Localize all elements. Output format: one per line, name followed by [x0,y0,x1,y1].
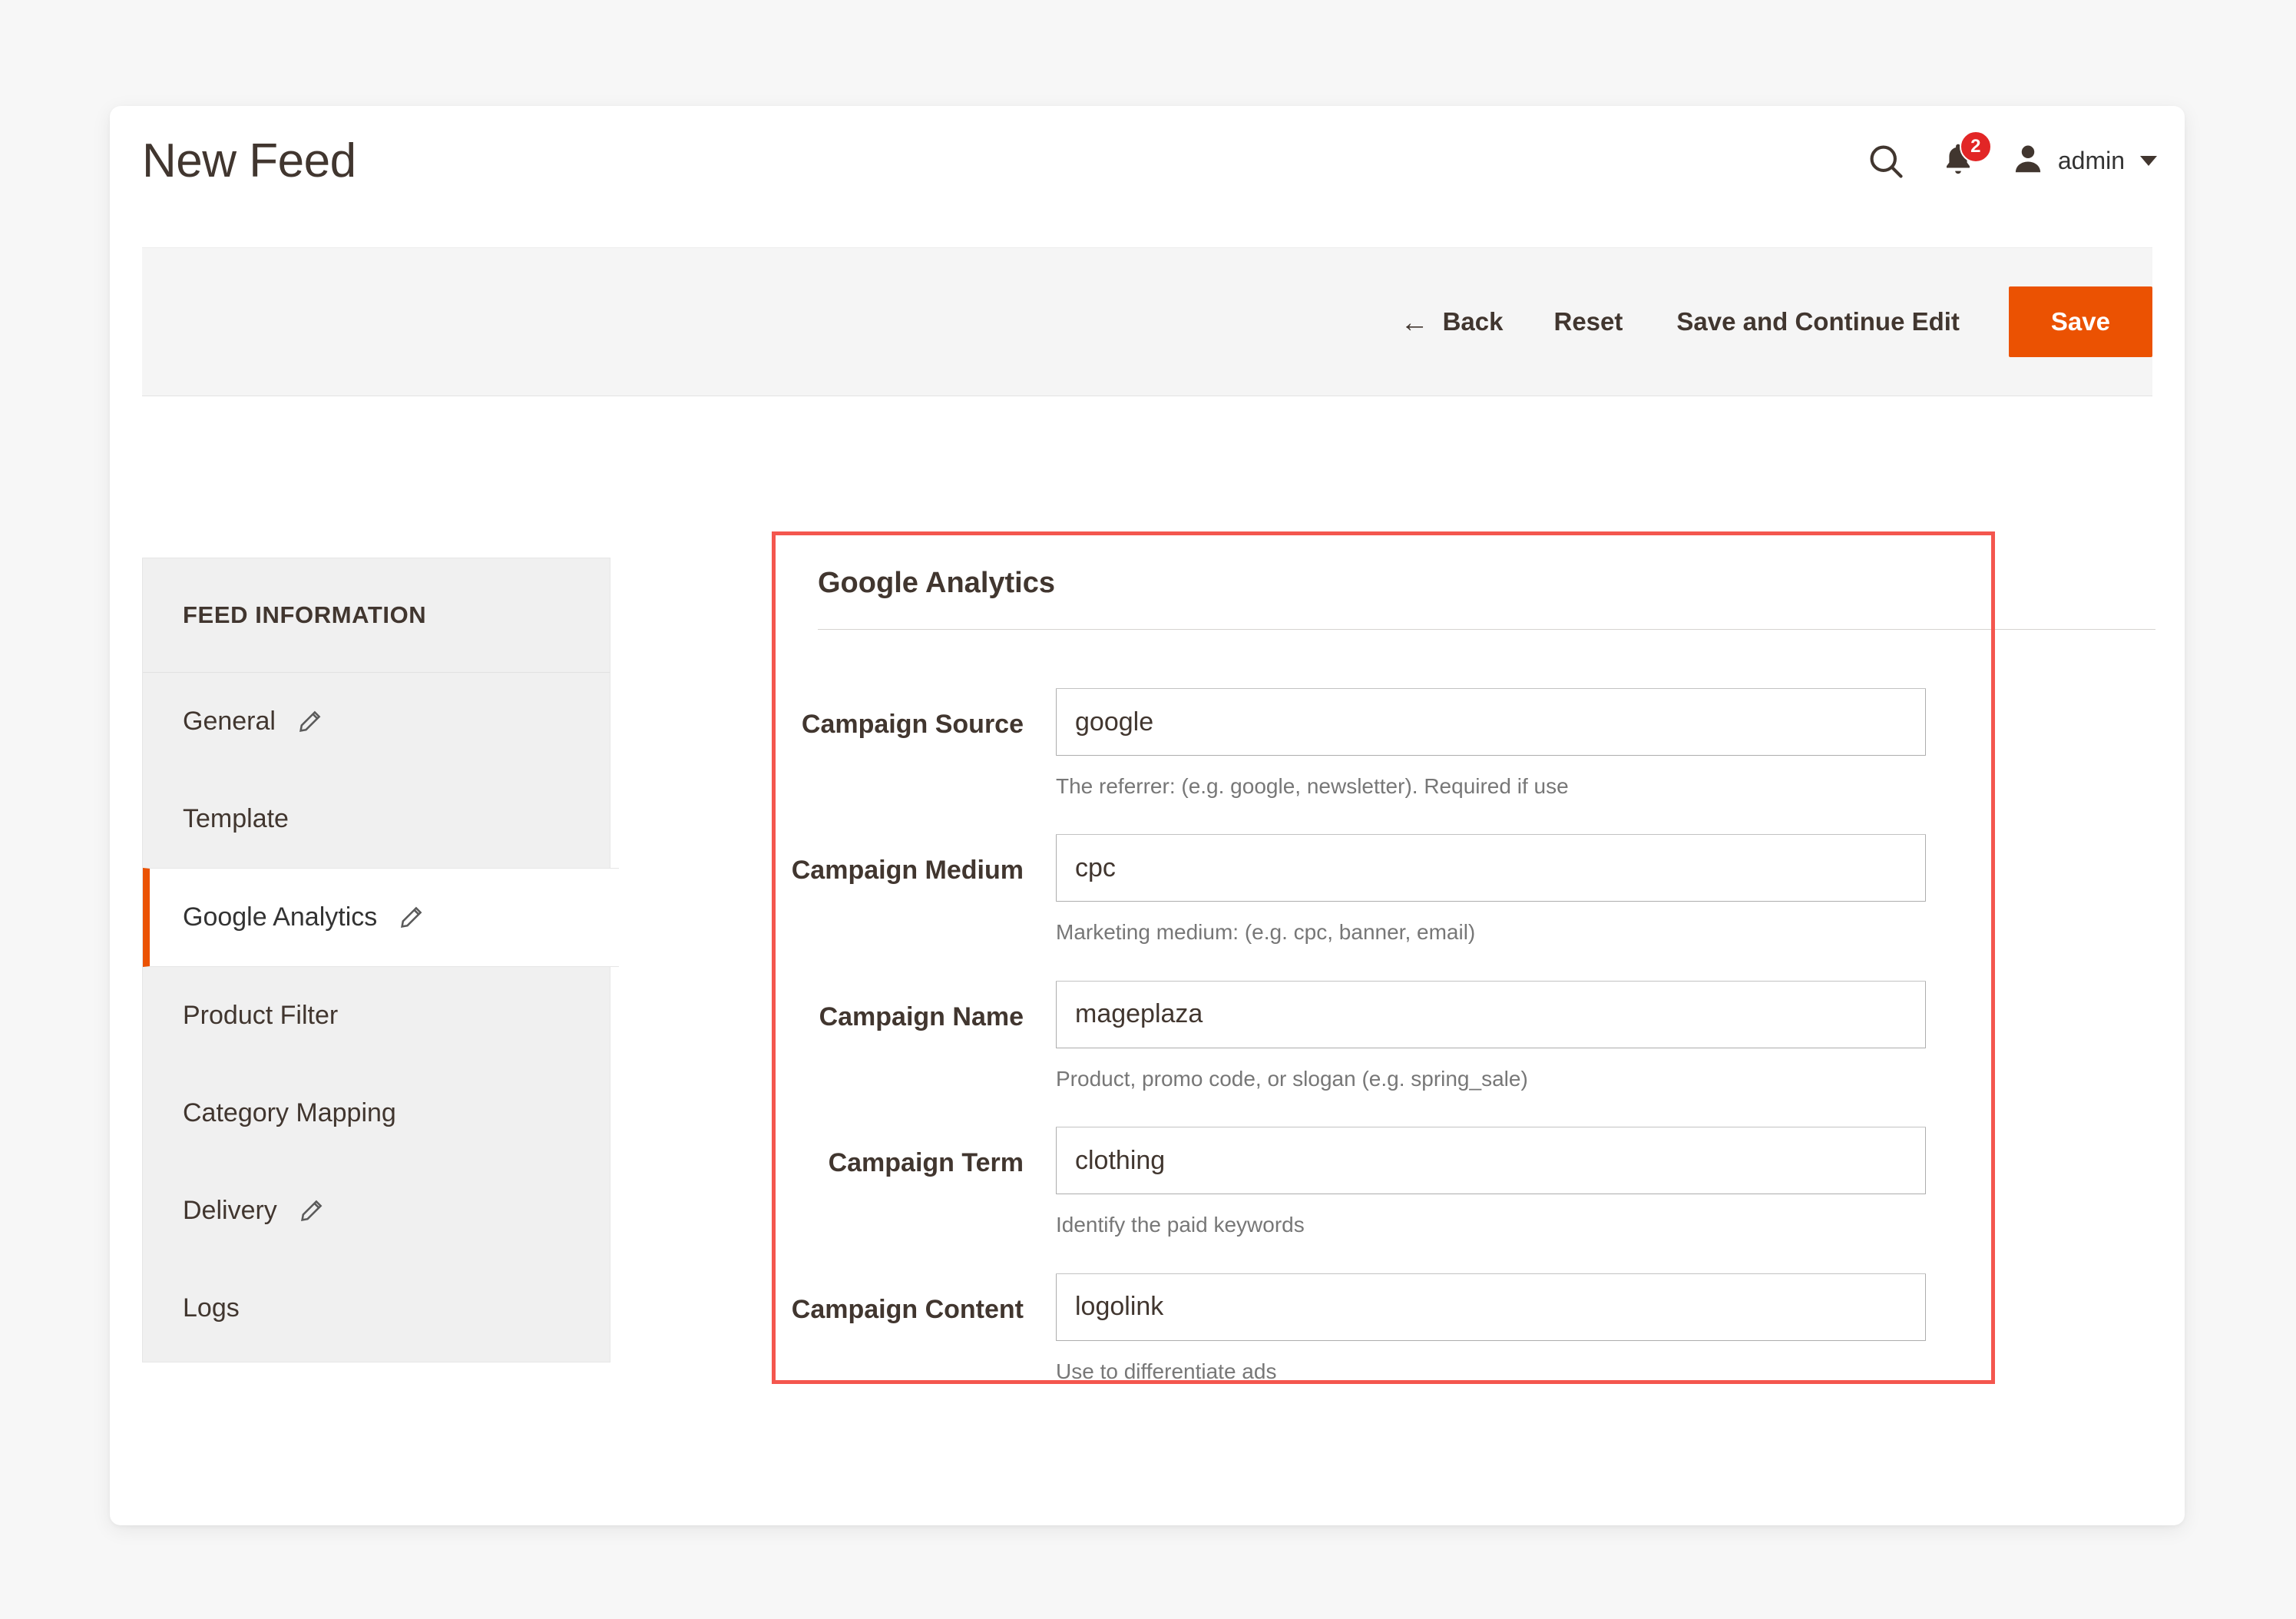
save-button[interactable]: Save [2008,286,2152,357]
sidebar-item-label: Product Filter [183,1001,339,1030]
sidebar-item-label: Logs [183,1293,240,1323]
google-analytics-form: Google Analytics Campaign Source The ref… [772,396,2231,1386]
user-menu[interactable]: admin [2010,141,2157,180]
sidebar-item-label: General [183,707,276,736]
field-campaign-term: Campaign Term Identify the paid keywords [772,1093,2231,1239]
campaign-content-input[interactable] [1056,1273,1926,1341]
field-control: Identify the paid keywords [1056,1127,2231,1239]
campaign-source-input[interactable] [1056,688,1926,756]
campaign-name-input[interactable] [1056,980,1926,1048]
page-title: New Feed [142,134,356,187]
chevron-down-icon [2140,156,2157,166]
field-label: Campaign Medium [791,856,1024,886]
field-control: Product, promo code, or slogan (e.g. spr… [1056,980,2231,1093]
field-note: The referrer: (e.g. google, newsletter).… [1056,774,1569,798]
pencil-icon [397,904,425,932]
notifications-button[interactable]: 2 [1940,131,1992,182]
main-card: New Feed 2 admin ← Back Reset Save and C… [110,106,2185,1525]
user-avatar-icon [2010,141,2046,180]
fields-list: Campaign Source The referrer: (e.g. goog… [772,630,2231,1386]
field-control: Marketing medium: (e.g. cpc, banner, ema… [1056,834,2231,946]
sidebar-item-label: Google Analytics [183,902,378,932]
sidebar-item-label: Delivery [183,1196,277,1225]
action-toolbar: ← Back Reset Save and Continue Edit Save [142,247,2152,396]
content-region: FEED INFORMATION General Template Google… [110,396,2185,1525]
back-button[interactable]: ← Back [1401,307,1504,336]
field-control: The referrer: (e.g. google, newsletter).… [1056,688,2231,800]
sidebar-item-label: Category Mapping [183,1098,396,1127]
pencil-icon [297,1197,325,1225]
campaign-term-input[interactable] [1056,1127,1926,1195]
user-name-label: admin [2057,147,2125,174]
sidebar-item-product-filter[interactable]: Product Filter [143,967,610,1064]
field-campaign-source: Campaign Source The referrer: (e.g. goog… [772,654,2231,800]
field-campaign-content: Campaign Content Use to differentiate ad… [772,1240,2231,1386]
field-note: Use to differentiate ads [1056,1359,1277,1383]
sidebar-item-delivery[interactable]: Delivery [143,1162,610,1260]
pencil-icon [296,708,323,736]
field-note: Identify the paid keywords [1056,1213,1305,1237]
back-button-label: Back [1442,307,1504,336]
feed-information-nav: FEED INFORMATION General Template Google… [142,558,619,1362]
admin-page: New Feed 2 admin ← Back Reset Save and C… [0,0,2296,1619]
field-label: Campaign Source [801,710,1024,739]
header-actions: 2 admin [1866,131,2157,182]
page-header: New Feed 2 admin [110,106,2185,247]
field-note: Product, promo code, or slogan (e.g. spr… [1056,1066,1528,1091]
field-label: Campaign Content [791,1294,1024,1324]
sidebar-item-category-mapping[interactable]: Category Mapping [143,1064,610,1162]
save-and-continue-edit-button[interactable]: Save and Continue Edit [1676,307,1960,336]
field-label: Campaign Name [819,1002,1024,1031]
sidebar-item-general[interactable]: General [143,673,610,770]
campaign-medium-input[interactable] [1056,834,1926,902]
notification-count-badge: 2 [1959,131,1992,163]
sidebar-item-logs[interactable]: Logs [143,1260,610,1357]
field-campaign-name: Campaign Name Product, promo code, or sl… [772,947,2231,1093]
field-note: Marketing medium: (e.g. cpc, banner, ema… [1056,920,1476,945]
sidebar-item-google-analytics[interactable]: Google Analytics [143,868,619,967]
field-campaign-medium: Campaign Medium Marketing medium: (e.g. … [772,800,2231,946]
search-icon [1866,141,1906,181]
field-control: Use to differentiate ads [1056,1273,2231,1386]
field-label: Campaign Term [828,1148,1024,1178]
arrow-left-icon: ← [1400,306,1429,338]
search-button[interactable] [1866,141,1906,181]
reset-button[interactable]: Reset [1553,307,1623,336]
sidenav-title: FEED INFORMATION [143,558,610,673]
sidebar-item-template[interactable]: Template [143,770,610,868]
sidebar-item-label: Template [183,804,289,833]
section-title: Google Analytics [818,567,1055,599]
